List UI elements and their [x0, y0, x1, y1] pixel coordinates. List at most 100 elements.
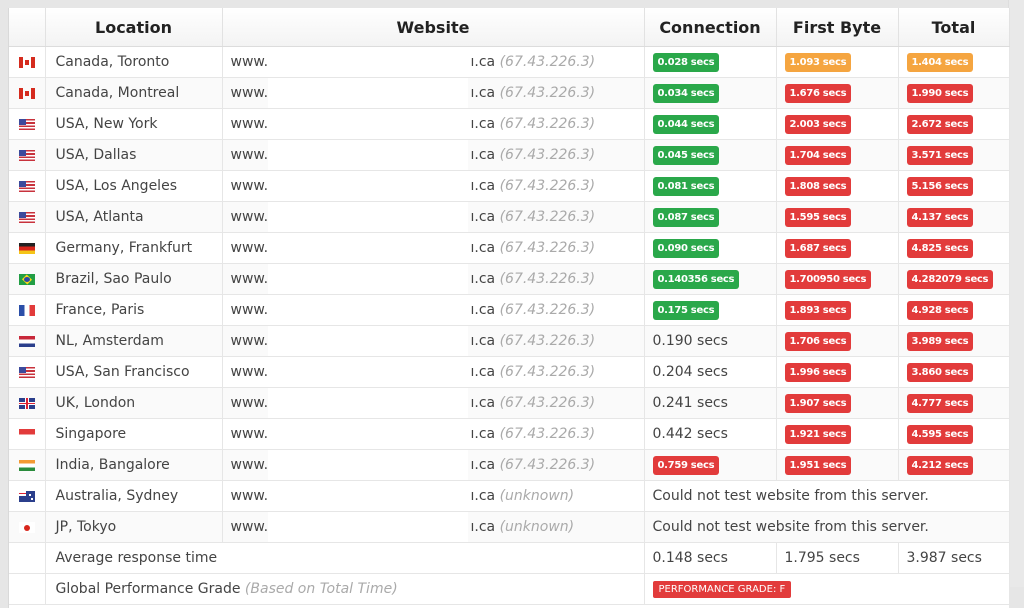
total-cell: 4.595 secs: [898, 418, 1010, 450]
canada-flag-icon: [18, 87, 35, 99]
ip-address: (67.43.226.3): [499, 333, 596, 349]
connection-badge: 0.087 secs: [652, 207, 720, 227]
canada-flag-icon: [18, 56, 35, 68]
first-byte-badge: 1.676 secs: [784, 83, 852, 103]
website-cell: www. ı.ca (67.43.226.3): [222, 325, 645, 357]
table-row: UK, London www. ı.ca (67.43.226.3) 0.241 se…: [9, 387, 1010, 419]
total-cell: 3.571 secs: [898, 139, 1010, 171]
first-byte-cell: 1.893 secs: [776, 294, 899, 326]
table-row: India, Bangalore www. ı.ca (67.43.226.3) 0.…: [9, 449, 1010, 481]
redacted-area: [267, 140, 468, 170]
scrollbar[interactable]: [1008, 0, 1024, 587]
first-byte-cell: 2.003 secs: [776, 108, 899, 140]
first-byte-cell: 1.808 secs: [776, 170, 899, 202]
website-cell: www. ı.ca (unknown): [222, 480, 645, 512]
connection-cell: 0.087 secs: [644, 201, 777, 233]
total-cell: 5.156 secs: [898, 170, 1010, 202]
total-badge: 3.571 secs: [906, 145, 974, 165]
japan-flag-icon: [18, 521, 35, 533]
connection-badge: 0.090 secs: [652, 238, 720, 258]
first-byte-badge: 1.921 secs: [784, 424, 852, 444]
website-cell: www. ı.ca (67.43.226.3): [222, 232, 645, 264]
website-cell: www. ı.ca (67.43.226.3): [222, 201, 645, 233]
ip-address: (67.43.226.3): [499, 147, 596, 163]
connection-cell: 0.034 secs: [644, 77, 777, 109]
location-cell: India, Bangalore: [45, 449, 223, 481]
average-connection: 0.148 secs: [644, 542, 777, 574]
netherlands-flag-icon: [18, 335, 35, 347]
ip-address: (67.43.226.3): [499, 364, 596, 380]
total-cell: 1.404 secs: [898, 46, 1010, 78]
total-badge: 1.990 secs: [906, 83, 974, 103]
first-byte-badge: 1.951 secs: [784, 455, 852, 475]
location-cell: USA, San Francisco: [45, 356, 223, 388]
website-suffix: ı.ca: [470, 519, 496, 535]
location-cell: Australia, Sydney: [45, 480, 223, 512]
connection-cell: 0.241 secs: [644, 387, 777, 419]
grade-label: Global Performance Grade: [55, 581, 241, 597]
website-cell: www. ı.ca (67.43.226.3): [222, 139, 645, 171]
results-panel: Location Website Connection First Byte T…: [8, 8, 1010, 608]
header-website[interactable]: Website: [222, 8, 645, 47]
total-cell: 3.860 secs: [898, 356, 1010, 388]
usa-flag-icon: [18, 118, 35, 130]
redacted-area: [267, 388, 468, 418]
website-suffix: ı.ca: [470, 178, 496, 194]
header-location[interactable]: Location: [45, 8, 223, 47]
connection-cell: 0.204 secs: [644, 356, 777, 388]
table-row: USA, Los Angeles www. ı.ca (67.43.226.3) 0.…: [9, 170, 1010, 202]
website-cell: www. ı.ca (67.43.226.3): [222, 356, 645, 388]
website-suffix: ı.ca: [470, 302, 496, 318]
first-byte-cell: 1.951 secs: [776, 449, 899, 481]
website-cell: www. ı.ca (67.43.226.3): [222, 418, 645, 450]
first-byte-badge: 1.893 secs: [784, 300, 852, 320]
location-cell: USA, Dallas: [45, 139, 223, 171]
website-cell: www. ı.ca (67.43.226.3): [222, 449, 645, 481]
table-row: USA, San Francisco www. ı.ca (67.43.226.3)…: [9, 356, 1010, 388]
connection-cell: 0.442 secs: [644, 418, 777, 450]
first-byte-badge: 2.003 secs: [784, 114, 852, 134]
header-first-byte[interactable]: First Byte: [776, 8, 899, 47]
total-badge: 2.672 secs: [906, 114, 974, 134]
connection-cell: 0.759 secs: [644, 449, 777, 481]
total-cell: 1.990 secs: [898, 77, 1010, 109]
total-badge: 4.825 secs: [906, 238, 974, 258]
header-total[interactable]: Total: [898, 8, 1010, 47]
ip-address: (67.43.226.3): [499, 209, 596, 225]
website-cell: www. ı.ca (67.43.226.3): [222, 46, 645, 78]
india-flag-icon: [18, 459, 35, 471]
connection-cell: 0.140356 secs: [644, 263, 777, 295]
first-byte-cell: 1.687 secs: [776, 232, 899, 264]
first-byte-badge: 1.808 secs: [784, 176, 852, 196]
location-cell: Brazil, Sao Paulo: [45, 263, 223, 295]
performance-grade-badge: PERFORMANCE GRADE: F: [652, 581, 792, 598]
header-row: Location Website Connection First Byte T…: [9, 8, 1010, 47]
total-badge: 4.928 secs: [906, 300, 974, 320]
redacted-area: [267, 512, 468, 542]
table-row: USA, Dallas www. ı.ca (67.43.226.3) 0.045 s…: [9, 139, 1010, 171]
table-row: Singapore www. ı.ca (67.43.226.3) 0.442 sec…: [9, 418, 1010, 450]
first-byte-cell: 1.706 secs: [776, 325, 899, 357]
redacted-area: [267, 357, 468, 387]
ip-address: (67.43.226.3): [499, 178, 596, 194]
connection-badge: 0.034 secs: [652, 83, 720, 103]
uk-flag-icon: [18, 397, 35, 409]
table-row: Canada, Toronto www. ı.ca (67.43.226.3) 0.0…: [9, 46, 1010, 78]
average-row: Average response time 0.148 secs 1.795 s…: [9, 542, 1010, 574]
connection-cell: 0.044 secs: [644, 108, 777, 140]
error-message: Could not test website from this server.: [644, 480, 1010, 512]
redacted-area: [267, 47, 468, 77]
usa-flag-icon: [18, 180, 35, 192]
website-suffix: ı.ca: [470, 240, 496, 256]
grade-row: Global Performance Grade (Based on Total…: [9, 573, 1010, 605]
australia-flag-icon: [18, 490, 35, 502]
location-cell: JP, Tokyo: [45, 511, 223, 543]
header-connection[interactable]: Connection: [644, 8, 777, 47]
average-label: Average response time: [45, 542, 645, 574]
ip-address: (67.43.226.3): [499, 426, 596, 442]
first-byte-badge: 1.700950 secs: [784, 269, 872, 289]
website-cell: www. ı.ca (67.43.226.3): [222, 170, 645, 202]
error-message: Could not test website from this server.: [644, 511, 1010, 543]
table-row: Brazil, Sao Paulo www. ı.ca (67.43.226.3) 0…: [9, 263, 1010, 295]
website-cell: www. ı.ca (67.43.226.3): [222, 263, 645, 295]
